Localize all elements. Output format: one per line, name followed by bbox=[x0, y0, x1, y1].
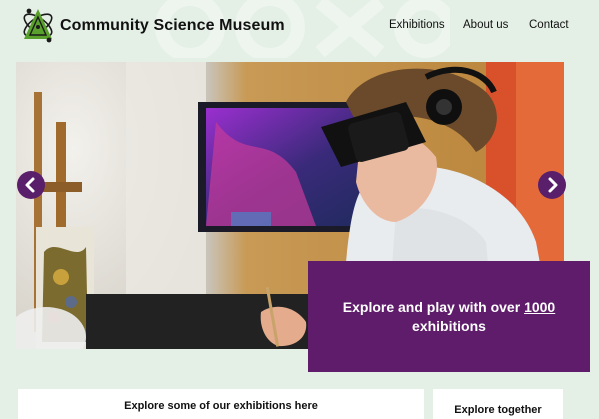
site-header: Community Science Museum Exhibitions Abo… bbox=[0, 0, 599, 58]
carousel-next-button[interactable] bbox=[538, 171, 566, 199]
site-title[interactable]: Community Science Museum bbox=[60, 17, 285, 35]
exhibitions-card: Explore some of our exhibitions here bbox=[18, 389, 424, 419]
hero-promo-panel: Explore and play with over 1000 exhibiti… bbox=[308, 261, 590, 372]
nav-contact[interactable]: Contact bbox=[529, 19, 569, 31]
promo-count-link[interactable]: 1000 bbox=[524, 299, 555, 315]
carousel-prev-button[interactable] bbox=[17, 171, 45, 199]
exhibitions-card-title: Explore some of our exhibitions here bbox=[124, 400, 318, 412]
chevron-left-icon bbox=[25, 177, 35, 193]
chevron-right-icon bbox=[548, 177, 558, 193]
promo-prefix: Explore and play with over bbox=[342, 298, 521, 315]
explore-together-card: Explore together bbox=[433, 389, 563, 419]
page: Community Science Museum Exhibitions Abo… bbox=[0, 0, 599, 419]
promo-text: Explore and play with over 1000 exhibiti… bbox=[343, 298, 555, 336]
explore-together-title: Explore together bbox=[454, 404, 542, 416]
nav-exhibitions[interactable]: Exhibitions bbox=[389, 19, 445, 31]
promo-suffix: exhibitions bbox=[412, 317, 486, 334]
nav-about-us[interactable]: About us bbox=[463, 19, 508, 31]
atom-logo-icon[interactable] bbox=[20, 5, 56, 45]
